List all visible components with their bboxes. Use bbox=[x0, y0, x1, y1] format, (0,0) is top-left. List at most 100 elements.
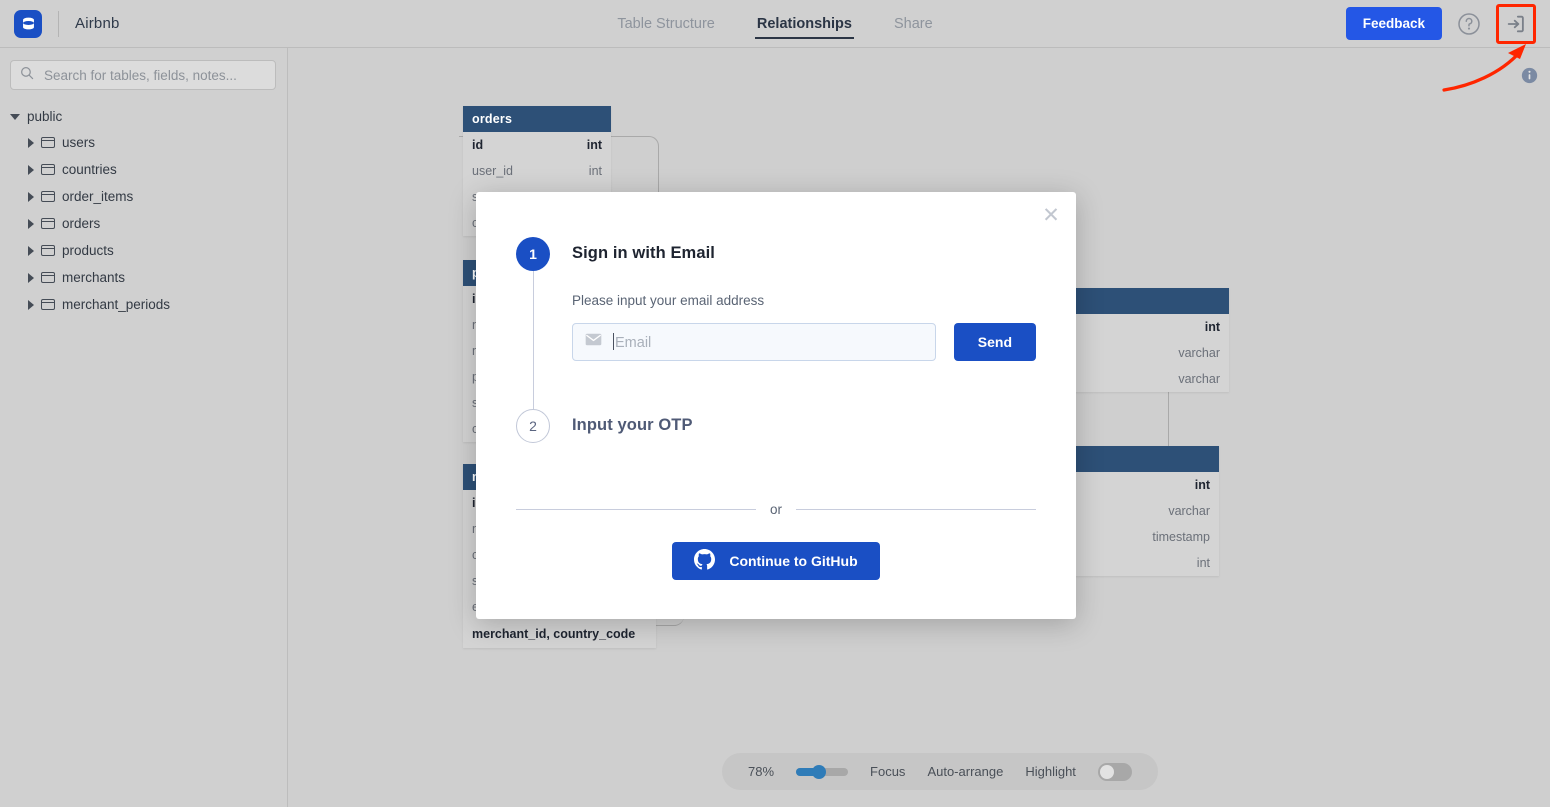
er-table-row: varchar bbox=[1074, 498, 1219, 524]
table-icon bbox=[41, 191, 55, 202]
database-icon[interactable] bbox=[14, 9, 42, 38]
er-table-row: int bbox=[1074, 550, 1219, 576]
step-1: 1 Sign in with Email bbox=[516, 237, 1036, 427]
column-type: int bbox=[1194, 478, 1210, 492]
email-field[interactable]: Email bbox=[572, 323, 936, 361]
column-type: int bbox=[1196, 556, 1210, 570]
app-root: orders id int user_id int st cr p id bbox=[0, 0, 1550, 807]
tree-item-label: users bbox=[62, 135, 96, 150]
tree-item-label: merchants bbox=[62, 270, 126, 285]
column-type: int bbox=[588, 164, 602, 178]
column-name: id bbox=[472, 138, 484, 152]
canvas-toolbar: 78% Focus Auto-arrange Highlight bbox=[722, 753, 1158, 790]
tree-item-label: products bbox=[62, 243, 114, 258]
signin-steps: 1 Sign in with Email Please input your e… bbox=[516, 237, 1036, 443]
tree-item-label: orders bbox=[62, 216, 101, 231]
chevron-right-icon[interactable] bbox=[28, 218, 34, 229]
sidebar-item-orders[interactable]: orders bbox=[0, 210, 287, 237]
envelope-icon bbox=[585, 333, 602, 351]
page-title: Airbnb bbox=[75, 15, 120, 32]
focus-button[interactable]: Focus bbox=[870, 764, 905, 779]
er-table-title bbox=[1074, 288, 1229, 314]
top-bar-actions: Feedback bbox=[1345, 3, 1550, 44]
er-table-row: user_id int bbox=[463, 158, 611, 184]
er-table-footer: merchant_id, country_code bbox=[463, 620, 656, 648]
sidebar-item-countries[interactable]: countries bbox=[0, 156, 287, 183]
er-table-row: varchar bbox=[1074, 340, 1229, 366]
sidebar-item-users[interactable]: users bbox=[0, 129, 287, 156]
tab-share[interactable]: Share bbox=[892, 10, 935, 39]
search-input[interactable] bbox=[42, 66, 266, 84]
auto-arrange-button[interactable]: Auto-arrange bbox=[927, 764, 1003, 779]
chevron-right-icon[interactable] bbox=[28, 137, 34, 148]
table-icon bbox=[41, 137, 55, 148]
step-1-subtitle: Please input your email address bbox=[572, 293, 765, 308]
step-1-title: Sign in with Email bbox=[572, 244, 715, 262]
column-type: timestamp bbox=[1152, 530, 1210, 544]
tree-item-label: merchant_periods bbox=[62, 297, 171, 312]
er-table-right-lower[interactable]: int varchar timestamp int bbox=[1074, 446, 1219, 576]
column-type: varchar bbox=[1168, 504, 1210, 518]
chevron-right-icon[interactable] bbox=[28, 191, 34, 202]
or-divider: or bbox=[516, 502, 1037, 517]
step-1-body: Please input your email address Email Se… bbox=[516, 293, 1036, 361]
zoom-level-label: 78% bbox=[748, 764, 775, 779]
email-row: Email Send bbox=[572, 323, 1036, 361]
nav-tabs: Table Structure Relationships Share bbox=[0, 0, 1550, 48]
column-type: int bbox=[586, 138, 602, 152]
tree-item-label: countries bbox=[62, 162, 117, 177]
or-label: or bbox=[770, 502, 783, 517]
signin-button[interactable] bbox=[1496, 3, 1536, 44]
top-bar: Airbnb Table Structure Relationships Sha… bbox=[0, 0, 1550, 48]
tab-table-structure[interactable]: Table Structure bbox=[615, 10, 717, 39]
chevron-right-icon[interactable] bbox=[28, 272, 34, 283]
table-icon bbox=[41, 272, 55, 283]
close-icon[interactable]: ✕ bbox=[1038, 202, 1064, 228]
step-2: 2 Input your OTP bbox=[516, 409, 1036, 443]
signin-modal: ✕ 1 Sign in with Email Please input your… bbox=[476, 192, 1076, 619]
chevron-right-icon[interactable] bbox=[28, 299, 34, 310]
er-table-row: timestamp bbox=[1074, 524, 1219, 550]
er-table-right-upper[interactable]: int varchar varchar bbox=[1074, 288, 1229, 392]
column-type: int bbox=[1204, 320, 1220, 334]
chevron-right-icon[interactable] bbox=[28, 164, 34, 175]
step-2-badge: 2 bbox=[516, 409, 550, 443]
column-type: varchar bbox=[1178, 372, 1220, 386]
info-circle-icon[interactable] bbox=[1516, 62, 1542, 88]
tree-item-label: order_items bbox=[62, 189, 134, 204]
step-2-title: Input your OTP bbox=[572, 416, 693, 434]
tab-relationships[interactable]: Relationships bbox=[754, 10, 855, 39]
divider-line-left bbox=[516, 509, 756, 510]
toggle-knob bbox=[1099, 764, 1114, 779]
er-table-row: int bbox=[1074, 472, 1219, 498]
github-button-label: Continue to GitHub bbox=[729, 553, 858, 569]
sidebar-item-merchants[interactable]: merchants bbox=[0, 264, 287, 291]
send-button[interactable]: Send bbox=[953, 323, 1036, 361]
sidebar-item-order-items[interactable]: order_items bbox=[0, 183, 287, 210]
table-icon bbox=[41, 164, 55, 175]
zoom-slider[interactable] bbox=[796, 764, 849, 779]
highlight-label: Highlight bbox=[1025, 764, 1076, 779]
sidebar-item-products[interactable]: products bbox=[0, 237, 287, 264]
table-icon bbox=[41, 299, 55, 310]
email-input-placeholder: Email bbox=[613, 333, 652, 351]
er-table-title bbox=[1074, 446, 1219, 472]
tree-root-public[interactable]: public bbox=[0, 104, 287, 129]
continue-to-github-button[interactable]: Continue to GitHub bbox=[672, 542, 880, 580]
er-table-row: varchar bbox=[1074, 366, 1229, 392]
column-name: user_id bbox=[472, 164, 513, 178]
table-icon bbox=[41, 245, 55, 256]
login-arrow-icon bbox=[1507, 15, 1524, 32]
search-icon bbox=[20, 66, 34, 85]
highlight-toggle[interactable] bbox=[1097, 762, 1132, 781]
sidebar: public users countries order_items orde bbox=[0, 48, 288, 807]
zoom-slider-thumb[interactable] bbox=[812, 764, 827, 779]
step-connector-line bbox=[533, 271, 534, 427]
sidebar-item-merchant-periods[interactable]: merchant_periods bbox=[0, 291, 287, 318]
chevron-right-icon[interactable] bbox=[28, 245, 34, 256]
question-circle-icon[interactable] bbox=[1456, 11, 1482, 37]
search-box[interactable] bbox=[10, 60, 276, 90]
step-1-badge: 1 bbox=[516, 237, 550, 271]
chevron-down-icon[interactable] bbox=[10, 113, 20, 120]
feedback-button[interactable]: Feedback bbox=[1345, 7, 1442, 40]
